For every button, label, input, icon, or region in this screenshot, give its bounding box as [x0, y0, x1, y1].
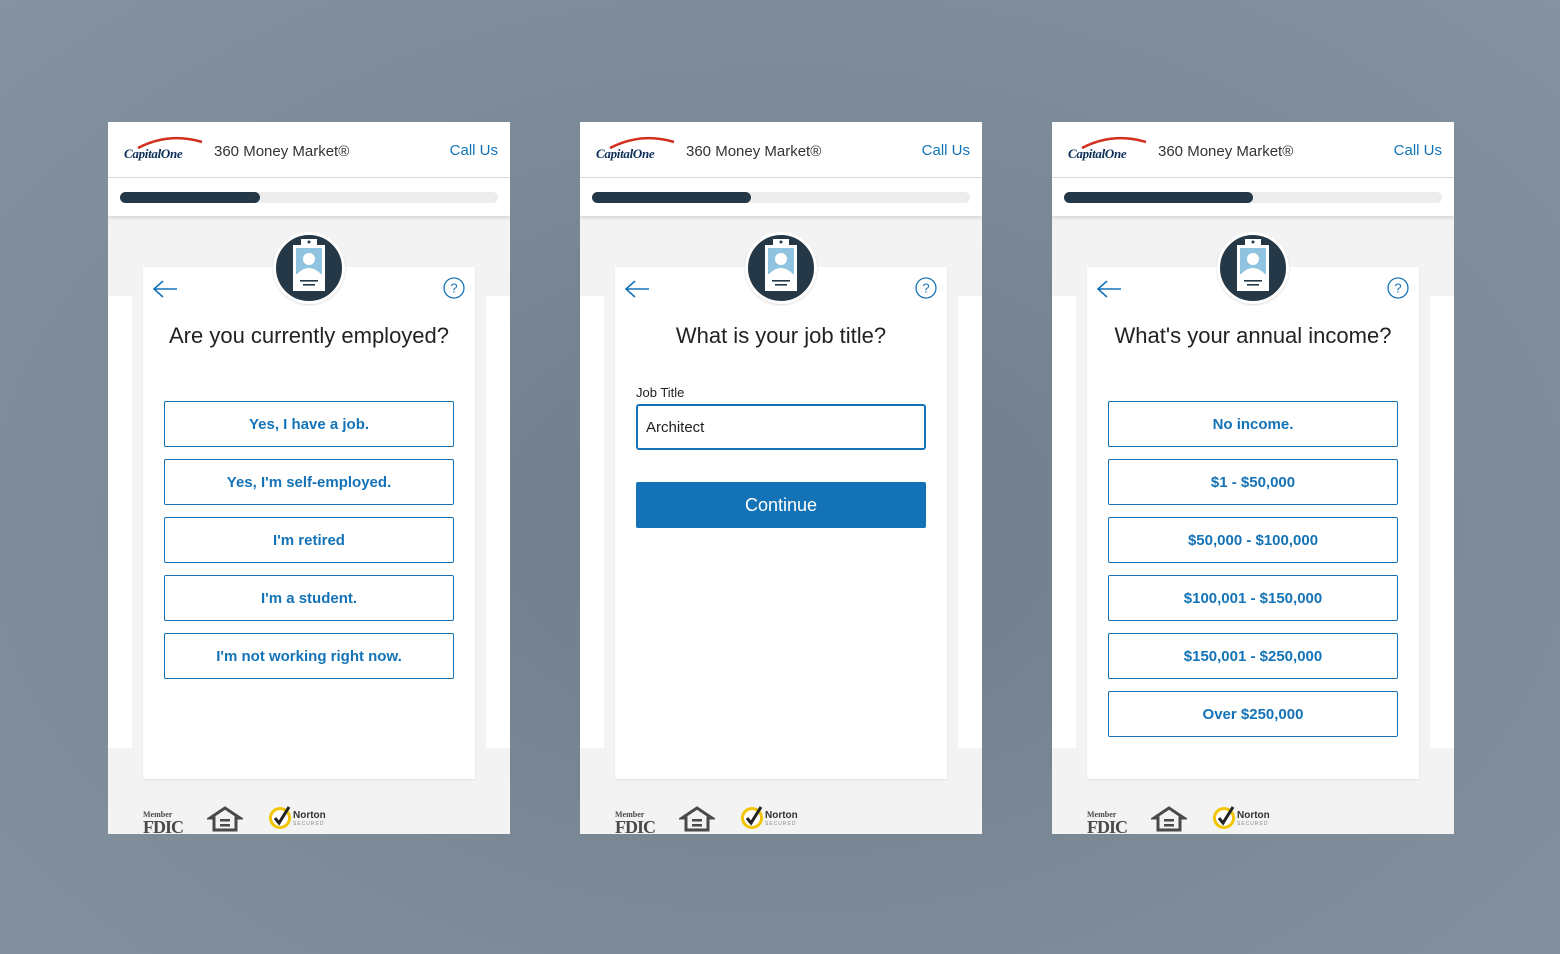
question-title: What's your annual income? — [1114, 323, 1392, 348]
prev-card-edge — [1052, 296, 1076, 748]
capital-one-logo: CapitalOne — [596, 136, 676, 166]
screen-annual-income: CapitalOne 360 Money Market® Call Us ? W… — [1052, 122, 1454, 834]
option-button[interactable]: Yes, I'm self-employed. — [164, 459, 454, 505]
arrow-left-icon[interactable] — [151, 279, 179, 299]
fdic-logo: FDIC — [615, 817, 656, 834]
option-button[interactable]: Yes, I have a job. — [164, 401, 454, 447]
option-button[interactable]: $50,000 - $100,000 — [1108, 517, 1398, 563]
question-title: Are you currently employed? — [168, 323, 450, 348]
progress-section — [1052, 178, 1454, 216]
norton-label: Norton — [765, 810, 798, 821]
next-card-edge — [486, 296, 510, 748]
continue-button[interactable]: Continue — [636, 482, 926, 528]
question-circle-icon[interactable]: ? — [443, 277, 465, 299]
next-card-edge — [958, 296, 982, 748]
question-circle-icon[interactable]: ? — [1387, 277, 1409, 299]
id-badge-icon — [273, 232, 345, 304]
arrow-left-icon[interactable] — [623, 279, 651, 299]
norton-label: Norton — [293, 810, 326, 821]
progress-bar — [1064, 192, 1442, 203]
progress-section — [580, 178, 982, 216]
option-button[interactable]: Over $250,000 — [1108, 691, 1398, 737]
header: CapitalOne 360 Money Market® Call Us — [580, 122, 982, 178]
question-card: ? What's your annual income? No income. … — [1087, 267, 1419, 779]
svg-text:?: ? — [450, 281, 457, 296]
equal-housing-icon — [207, 806, 243, 832]
fdic-logo: FDIC — [1087, 817, 1128, 834]
option-button[interactable]: No income. — [1108, 401, 1398, 447]
equal-housing-icon — [1151, 806, 1187, 832]
header: CapitalOne 360 Money Market® Call Us — [1052, 122, 1454, 178]
call-us-link[interactable]: Call Us — [1394, 142, 1442, 159]
id-badge-icon — [745, 232, 817, 304]
option-button[interactable]: $150,001 - $250,000 — [1108, 633, 1398, 679]
progress-fill — [120, 192, 260, 203]
fdic-logo: FDIC — [143, 817, 184, 834]
option-button[interactable]: I'm not working right now. — [164, 633, 454, 679]
capital-one-logo: CapitalOne — [1068, 136, 1148, 166]
trust-badges: Member FDIC Norton SECURED — [143, 804, 343, 834]
job-title-input[interactable] — [636, 404, 926, 450]
norton-secured-label: SECURED — [293, 821, 325, 827]
trust-badges: Member FDIC Norton SECURED — [1087, 804, 1287, 834]
equal-housing-icon — [679, 806, 715, 832]
norton-check-icon — [269, 806, 291, 829]
norton-secured-label: SECURED — [765, 821, 797, 827]
progress-bar — [120, 192, 498, 203]
svg-text:?: ? — [1394, 281, 1401, 296]
screen-job-title: CapitalOne 360 Money Market® Call Us ? W… — [580, 122, 982, 834]
progress-bar — [592, 192, 970, 203]
question-title: What is your job title? — [675, 323, 887, 348]
norton-secured-label: SECURED — [1237, 821, 1269, 827]
question-card: ? What is your job title? Job Title Cont… — [615, 267, 947, 779]
norton-label: Norton — [1237, 810, 1270, 821]
header: CapitalOne 360 Money Market® Call Us — [108, 122, 510, 178]
progress-fill — [1064, 192, 1253, 203]
call-us-link[interactable]: Call Us — [450, 142, 498, 159]
screen-employment: CapitalOne 360 Money Market® Call Us ? A… — [108, 122, 510, 834]
prev-card-edge — [580, 296, 604, 748]
option-button[interactable]: I'm a student. — [164, 575, 454, 621]
arrow-left-icon[interactable] — [1095, 279, 1123, 299]
question-card: ? Are you currently employed? Yes, I hav… — [143, 267, 475, 779]
trust-badges: Member FDIC Norton SECURED — [615, 804, 815, 834]
progress-section — [108, 178, 510, 216]
job-title-label: Job Title — [636, 385, 685, 400]
product-name: 360 Money Market® — [214, 143, 350, 160]
svg-text:?: ? — [922, 281, 929, 296]
product-name: 360 Money Market® — [1158, 143, 1294, 160]
option-button[interactable]: $1 - $50,000 — [1108, 459, 1398, 505]
id-badge-icon — [1217, 232, 1289, 304]
prev-card-edge — [108, 296, 132, 748]
next-card-edge — [1430, 296, 1454, 748]
option-button[interactable]: I'm retired — [164, 517, 454, 563]
progress-fill — [592, 192, 751, 203]
capital-one-logo: CapitalOne — [124, 136, 204, 166]
norton-check-icon — [1213, 806, 1235, 829]
call-us-link[interactable]: Call Us — [922, 142, 970, 159]
norton-check-icon — [741, 806, 763, 829]
option-button[interactable]: $100,001 - $150,000 — [1108, 575, 1398, 621]
question-circle-icon[interactable]: ? — [915, 277, 937, 299]
product-name: 360 Money Market® — [686, 143, 822, 160]
